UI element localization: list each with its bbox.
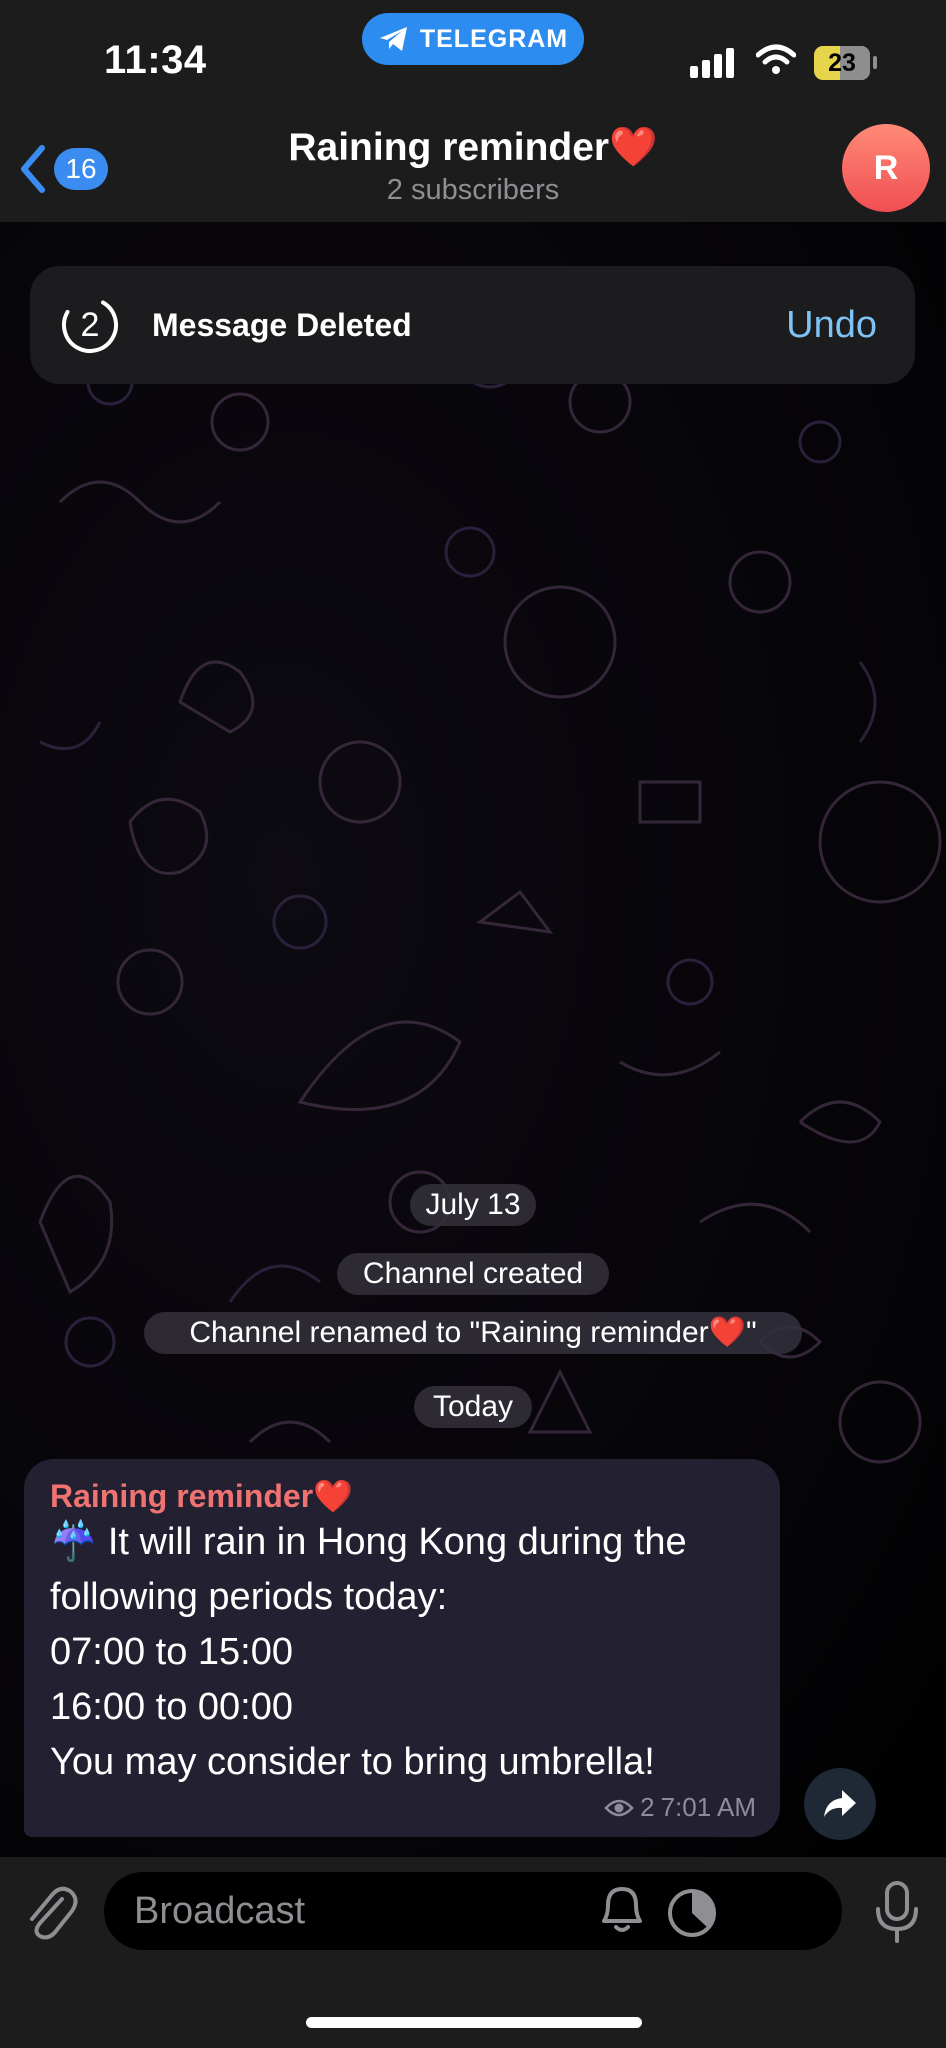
- avatar[interactable]: R: [842, 124, 930, 212]
- countdown-number: 2: [80, 306, 100, 344]
- telegram-app-pill[interactable]: TELEGRAM: [362, 13, 584, 65]
- service-message: Channel created: [337, 1253, 609, 1295]
- message-line: following periods today:: [50, 1576, 448, 1618]
- message-line: ☔ It will rain in Hong Kong during the: [50, 1521, 687, 1563]
- battery-tip: [873, 56, 877, 69]
- cellular-signal-icon: [690, 48, 734, 78]
- status-bar: 11:34 TELEGRAM 23: [0, 0, 946, 110]
- wifi-icon: [756, 44, 796, 74]
- composer-bar: Broadcast: [0, 1857, 946, 2048]
- paperclip-icon[interactable]: [22, 1881, 78, 1945]
- broadcast-input[interactable]: Broadcast: [104, 1872, 842, 1950]
- timer-icon[interactable]: [660, 1875, 724, 1945]
- mic-icon[interactable]: [872, 1879, 922, 1947]
- chat-title: Raining reminder❤️: [288, 126, 658, 169]
- forward-icon: [824, 1790, 856, 1817]
- eye-icon: [604, 1799, 634, 1816]
- date-separator: July 13: [410, 1184, 536, 1226]
- battery-icon: 23: [814, 46, 870, 80]
- message-author: Raining reminder❤️: [50, 1478, 353, 1514]
- message-line: 16:00 to 00:00: [50, 1686, 293, 1728]
- message-time: 7:01 AM: [660, 1792, 756, 1822]
- back-chevron-icon: [21, 145, 45, 193]
- forward-button[interactable]: [804, 1768, 876, 1840]
- toast-message: Message Deleted: [152, 306, 412, 343]
- chat-subtitle: 2 subscribers: [386, 174, 560, 206]
- message-bubble[interactable]: Raining reminder❤️ ☔ It will rain in Hon…: [24, 1459, 780, 1837]
- view-count: 2: [640, 1792, 655, 1822]
- home-indicator[interactable]: [306, 2017, 642, 2028]
- battery-level: 23: [828, 49, 856, 77]
- undo-button[interactable]: Undo: [786, 304, 877, 347]
- message-line: 07:00 to 15:00: [50, 1631, 293, 1673]
- clock: 11:34: [104, 38, 207, 82]
- bell-icon[interactable]: [594, 1875, 650, 1945]
- chat-header: 16 Raining reminder❤️ 2 subscribers R: [0, 110, 946, 222]
- date-separator: Today: [414, 1386, 532, 1428]
- undo-toast: 2 Message Deleted Undo: [30, 266, 915, 384]
- service-message: Channel renamed to "Raining reminder❤️": [144, 1312, 802, 1354]
- message-line: You may consider to bring umbrella!: [50, 1741, 655, 1783]
- back-button[interactable]: 16: [18, 144, 108, 194]
- telegram-pill-label: TELEGRAM: [419, 24, 569, 53]
- telegram-plane-icon: [379, 27, 407, 51]
- message-meta: 2 7:01 AM: [604, 1792, 756, 1823]
- unread-count-badge: 16: [54, 148, 108, 190]
- chat-title-area[interactable]: Raining reminder❤️ 2 subscribers: [200, 124, 746, 207]
- input-placeholder: Broadcast: [134, 1890, 306, 1932]
